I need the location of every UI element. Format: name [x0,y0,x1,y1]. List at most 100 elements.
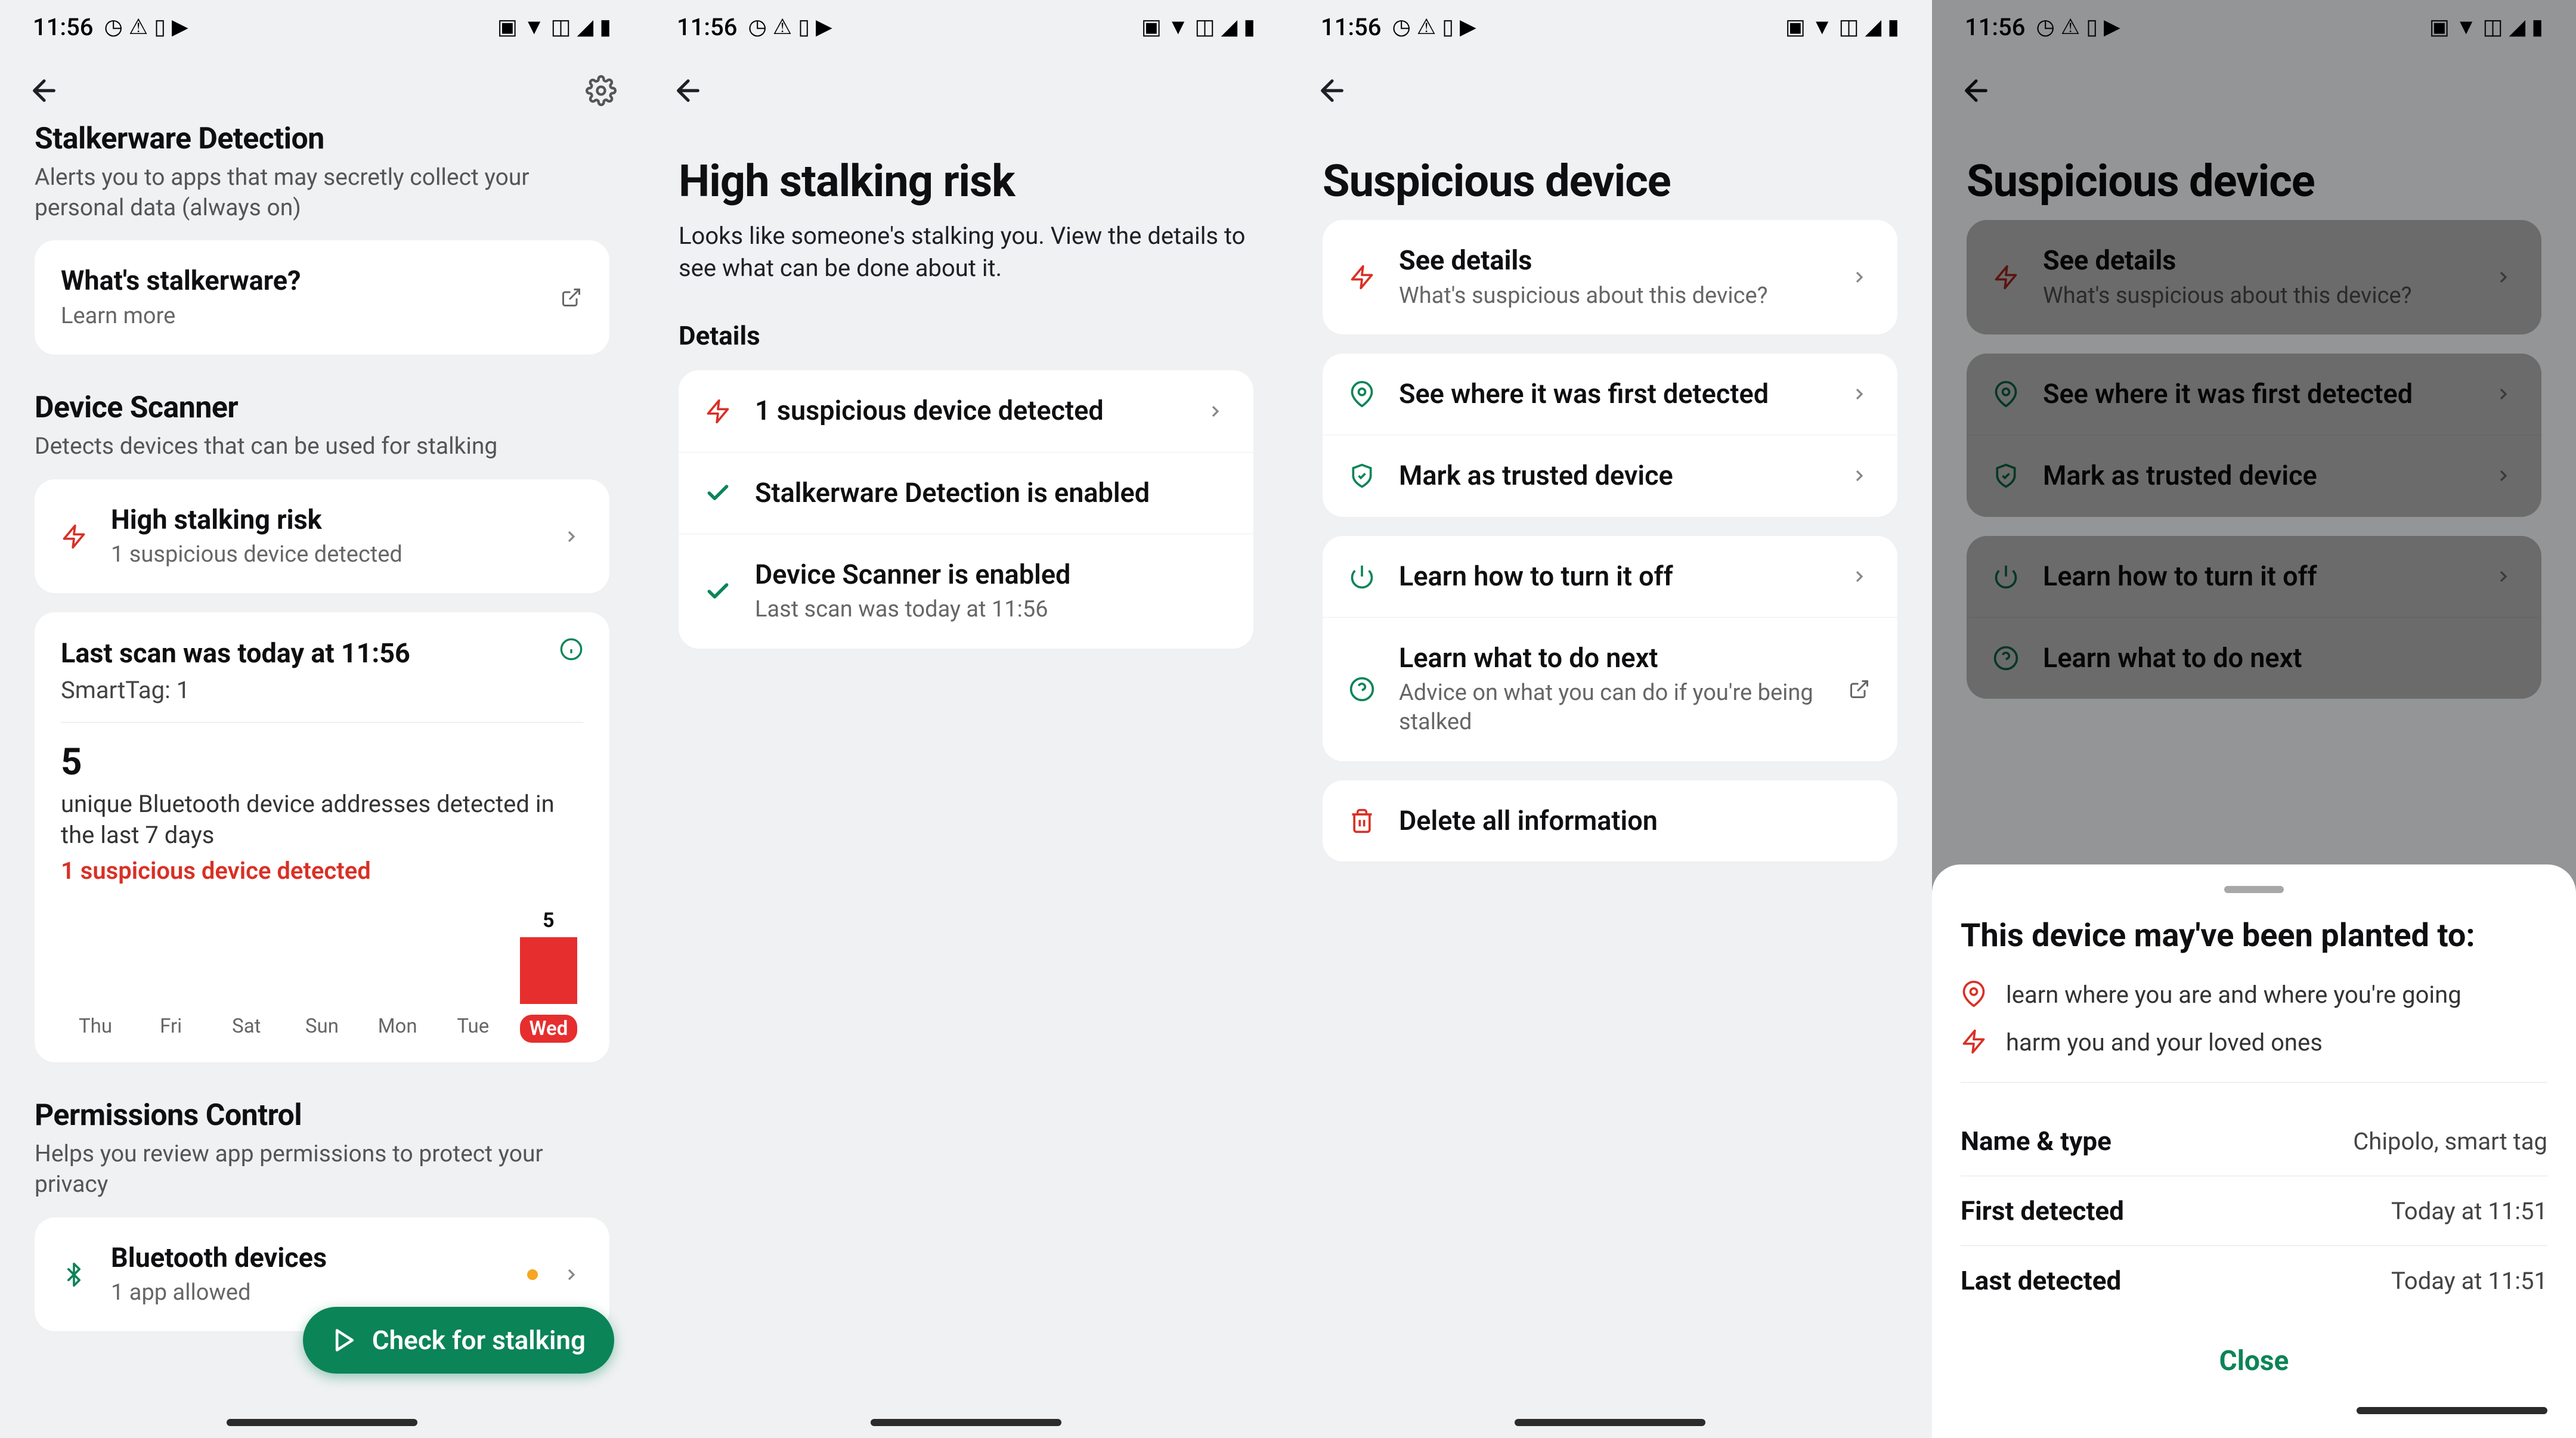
status-bar: 11:56 ◷ ⚠ ▯ ▶ ▣ ▼ ◫ ◢ ▮ [644,0,1288,54]
sheet-value: Chipolo, smart tag [2353,1127,2547,1155]
whats-stalkerware-sub: Learn more [61,302,538,331]
wifi-icon: ▼ [1812,16,1833,38]
see-details-item[interactable]: See details What's suspicious about this… [1323,220,1897,334]
power-icon [1346,561,1377,592]
check-icon [702,576,733,607]
chart-label: Fri [143,1015,200,1043]
high-risk-item[interactable]: High stalking risk 1 suspicious device d… [35,479,609,594]
screen-high-risk: 11:56 ◷ ⚠ ▯ ▶ ▣ ▼ ◫ ◢ ▮ High stalking ri… [644,0,1288,1438]
screen-stalkerware-detection: 11:56 ◷ ⚠ ▯ ▶ ▣ ▼ ◫ ◢ ▮ Stalkerware Dete… [0,0,644,1438]
screen-suspicious-device: 11:56 ◷ ⚠ ▯ ▶ ▣ ▼ ◫ ◢ ▮ Suspicious devic… [1288,0,1932,1438]
data-icon: ◫ [2482,16,2503,38]
signal-icon: ◢ [1865,16,1882,38]
nav-handle[interactable] [2357,1407,2547,1414]
chart-label: Sat [218,1015,275,1043]
see-details-item[interactable]: See details What's suspicious about this… [1967,220,2541,334]
chart-label: Sun [293,1015,351,1043]
phone-icon: ▯ [2086,16,2098,38]
battery-icon: ▮ [2531,16,2543,38]
do-next-item[interactable]: Learn what to do next [1967,617,2541,699]
chart-bar [67,909,124,1004]
page-title: Suspicious device [1323,157,1897,206]
youtube-icon: ▶ [1460,16,1476,38]
back-button[interactable] [1957,72,1995,110]
trusted-title: Mark as trusted device [1399,459,1826,492]
help-icon [1990,643,2021,674]
status-time: 11:56 [677,13,737,41]
nav-handle[interactable] [1515,1419,1705,1426]
high-risk-title: High stalking risk [111,503,538,537]
sheet-value: Today at 11:51 [2391,1197,2547,1225]
sheet-row: Last detectedToday at 11:51 [1961,1245,2547,1315]
timer-icon: ◷ [2036,16,2054,38]
data-icon: ◫ [550,16,571,38]
detail-stalkerware-enabled: Stalkerware Detection is enabled [679,452,1253,534]
help-icon [1346,674,1377,705]
whats-stalkerware-item[interactable]: What's stalkerware? Learn more [35,240,609,355]
data-icon: ◫ [1838,16,1859,38]
chart-bar: 5 [520,909,577,1004]
delete-item[interactable]: Delete all information [1323,780,1897,861]
info-icon[interactable] [559,637,583,664]
page-subtitle: Looks like someone's stalking you. View … [679,220,1253,284]
back-button[interactable] [1313,72,1351,110]
page-title: Suspicious device [1967,157,2541,206]
fab-label: Check for stalking [372,1325,586,1356]
timer-icon: ◷ [104,16,122,38]
youtube-icon: ▶ [816,16,832,38]
sheet-key: First detected [1961,1195,2124,1226]
battery-icon: ▮ [1887,16,1899,38]
first-detected-item[interactable]: See where it was first detected [1323,354,1897,435]
nav-handle[interactable] [871,1419,1061,1426]
chevron-right-icon [1847,464,1871,488]
section-scanner-title: Device Scanner [35,391,609,425]
do-next-item[interactable]: Learn what to do next Advice on what you… [1323,617,1897,761]
chevron-right-icon [1203,399,1227,423]
sheet-close-button[interactable]: Close [1961,1315,2547,1395]
scan-alert: 1 suspicious device detected [61,857,583,885]
settings-button[interactable] [583,73,619,109]
scan-tag: SmartTag: 1 [61,676,583,704]
chart-bar [218,909,275,1004]
trusted-item[interactable]: Mark as trusted device [1323,435,1897,516]
bluetooth-title: Bluetooth devices [111,1241,506,1275]
back-button[interactable] [25,72,63,110]
chart-bar [444,909,501,1004]
external-link-icon [559,286,583,309]
wifi-icon: ▼ [2456,16,2477,38]
wifi-icon: ▼ [1168,16,1189,38]
sheet-key: Name & type [1961,1126,2111,1157]
check-stalking-fab[interactable]: Check for stalking [303,1307,614,1374]
back-button[interactable] [669,72,707,110]
phone-icon: ▯ [154,16,166,38]
check-icon [702,478,733,509]
do-next-title: Learn what to do next [2043,641,2515,675]
chevron-right-icon [2491,565,2515,588]
turn-off-title: Learn how to turn it off [1399,560,1826,593]
trash-icon [1346,805,1377,836]
first-detected-title: See where it was first detected [2043,377,2470,411]
scan-big-number: 5 [61,740,583,784]
details-heading: Details [679,320,1253,351]
detail-suspicious-device[interactable]: 1 suspicious device detected [679,370,1253,451]
chevron-right-icon [1847,565,1871,588]
section-perms-desc: Helps you review app permissions to prot… [35,1139,609,1199]
warning-icon: ⚠ [129,16,148,38]
pin-icon [1346,379,1377,410]
screen-suspicious-device-sheet: 11:56 ◷ ⚠ ▯ ▶ ▣ ▼ ◫ ◢ ▮ Suspicious devic… [1932,0,2576,1438]
detail-item-title: Device Scanner is enabled [755,558,1227,591]
status-time: 11:56 [1321,13,1381,41]
bar-value: 5 [543,909,555,932]
detail-scanner-enabled: Device Scanner is enabled Last scan was … [679,534,1253,649]
lightning-icon [702,396,733,427]
nav-handle[interactable] [227,1419,417,1426]
section-scanner-desc: Detects devices that can be used for sta… [35,431,609,461]
do-next-sub: Advice on what you can do if you're bein… [1399,678,1826,737]
trusted-item[interactable]: Mark as trusted device [1967,435,2541,516]
lightning-icon [58,521,89,552]
timer-icon: ◷ [1392,16,1410,38]
first-detected-item[interactable]: See where it was first detected [1967,354,2541,435]
turn-off-item[interactable]: Learn how to turn it off [1967,536,2541,617]
turn-off-item[interactable]: Learn how to turn it off [1323,536,1897,617]
sheet-handle[interactable] [2224,886,2284,893]
